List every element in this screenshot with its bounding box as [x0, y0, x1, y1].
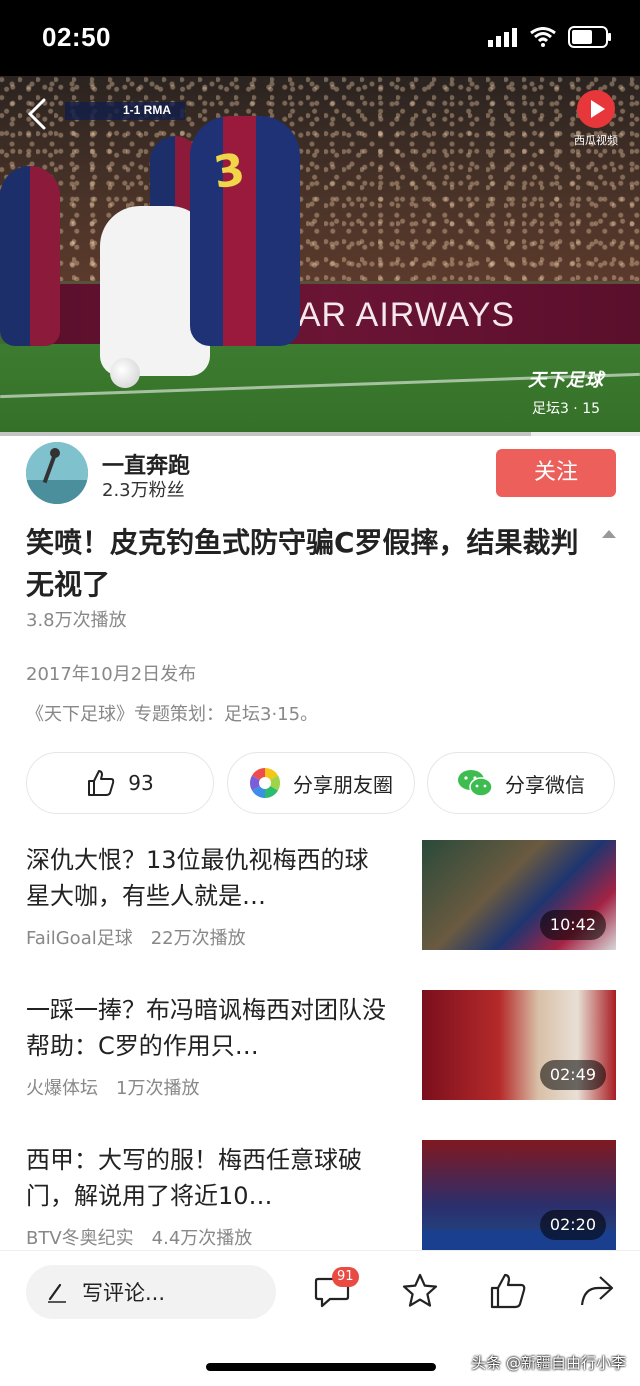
xigua-logo-label: 西瓜视频	[574, 134, 618, 147]
video-player-figure: 3	[190, 116, 300, 346]
comment-placeholder: 写评论...	[82, 1281, 166, 1305]
video-duration: 02:49	[539, 1060, 606, 1090]
video-duration: 10:42	[539, 910, 606, 940]
video-duration: 02:20	[539, 1210, 606, 1240]
related-plays: 1万次播放	[116, 1078, 200, 1099]
share-wechat-button[interactable]: 分享微信	[427, 752, 615, 814]
publish-date: 2017年10月2日发布	[26, 664, 197, 685]
moments-icon	[249, 768, 281, 798]
wechat-icon	[458, 770, 493, 797]
video-progress-bar[interactable]	[0, 432, 640, 436]
video-player-figure	[0, 166, 60, 346]
share-wechat-label: 分享微信	[505, 772, 585, 797]
comment-input[interactable]: 写评论...	[26, 1265, 276, 1319]
thumbs-up-icon	[88, 770, 115, 796]
related-source: 火爆体坛	[26, 1078, 98, 1099]
share-icon[interactable]	[576, 1271, 616, 1311]
related-video-item[interactable]: 一踩一捧？布冯暗讽梅西对团队没帮助：C罗的作用只… 火爆体坛 1万次播放 02:4…	[26, 990, 616, 1104]
star-icon[interactable]	[400, 1271, 440, 1311]
collapse-icon[interactable]	[602, 530, 616, 538]
related-meta: BTV冬奥纪实 4.4万次播放	[26, 1224, 252, 1250]
comment-count-badge: 91	[332, 1267, 359, 1287]
back-icon[interactable]	[18, 94, 58, 134]
related-plays: 4.4万次播放	[151, 1228, 253, 1249]
status-icons	[488, 26, 612, 48]
buffer-bar	[0, 432, 532, 436]
related-thumbnail[interactable]: 02:49	[422, 990, 616, 1100]
related-source: BTV冬奥纪实	[26, 1228, 134, 1249]
scoreboard: 1-1 RMA	[65, 102, 185, 120]
related-thumbnail[interactable]: 10:42	[422, 840, 616, 950]
related-title[interactable]: 深仇大恨？13位最仇视梅西的球星大咖，有些人就是…	[26, 842, 391, 914]
action-row: 93 分享朋友圈 分享微信	[26, 752, 616, 814]
related-source: FailGoal足球	[26, 928, 133, 949]
jersey-number: 3	[210, 144, 249, 199]
home-indicator[interactable]	[206, 1363, 436, 1371]
share-moments-label: 分享朋友圈	[293, 772, 393, 797]
author-row: 一直奔跑 2.3万粉丝 关注	[26, 442, 616, 506]
avatar[interactable]	[26, 442, 88, 504]
related-title[interactable]: 一踩一捧？布冯暗讽梅西对团队没帮助：C罗的作用只…	[26, 992, 391, 1064]
status-time: 02:50	[42, 22, 111, 52]
follow-button[interactable]: 关注	[496, 449, 616, 497]
like-button[interactable]: 93	[26, 752, 214, 814]
related-meta: 火爆体坛 1万次播放	[26, 1074, 199, 1100]
status-bar: 02:50	[0, 0, 640, 76]
watermark-subtitle: 足坛3 · 15	[531, 401, 601, 417]
video-player[interactable]: QATAR AIRWAYS 3 1-1 RMA 西瓜视频 天下足球 足坛3 · …	[0, 76, 640, 432]
description: 《天下足球》专题策划：足坛3·15。	[26, 704, 319, 725]
related-plays: 22万次播放	[150, 928, 246, 949]
author-fans: 2.3万粉丝	[102, 480, 185, 501]
related-meta: FailGoal足球 22万次播放	[26, 924, 246, 950]
xigua-logo: 西瓜视频	[566, 90, 626, 148]
related-title[interactable]: 西甲：大写的服！梅西任意球破门，解说用了将近10…	[26, 1142, 391, 1214]
like-count: 93	[128, 771, 154, 795]
source-watermark: 头条 @新疆自由行小李	[471, 1354, 626, 1372]
football	[110, 358, 140, 388]
battery-icon	[568, 26, 611, 48]
xigua-logo-icon	[577, 90, 615, 128]
page-title: 笑喷！皮克钓鱼式防守骗C罗假摔，结果裁判无视了	[26, 526, 579, 601]
play-count: 3.8万次播放	[26, 610, 127, 631]
scoreboard-text: 1-1 RMA	[123, 103, 172, 117]
watermark-title: 天下足球	[528, 370, 604, 391]
related-video-item[interactable]: 西甲：大写的服！梅西任意球破门，解说用了将近10… BTV冬奥纪实 4.4万次播放…	[26, 1140, 616, 1254]
video-watermark: 天下足球 足坛3 · 15	[528, 366, 604, 418]
pencil-icon	[48, 1283, 66, 1303]
thumbs-up-icon[interactable]	[488, 1271, 528, 1311]
share-moments-button[interactable]: 分享朋友圈	[227, 752, 415, 814]
wifi-icon	[530, 27, 556, 47]
related-thumbnail[interactable]: 02:20	[422, 1140, 616, 1250]
related-video-item[interactable]: 深仇大恨？13位最仇视梅西的球星大咖，有些人就是… FailGoal足球 22万次…	[26, 840, 616, 954]
signal-icon	[488, 28, 517, 47]
